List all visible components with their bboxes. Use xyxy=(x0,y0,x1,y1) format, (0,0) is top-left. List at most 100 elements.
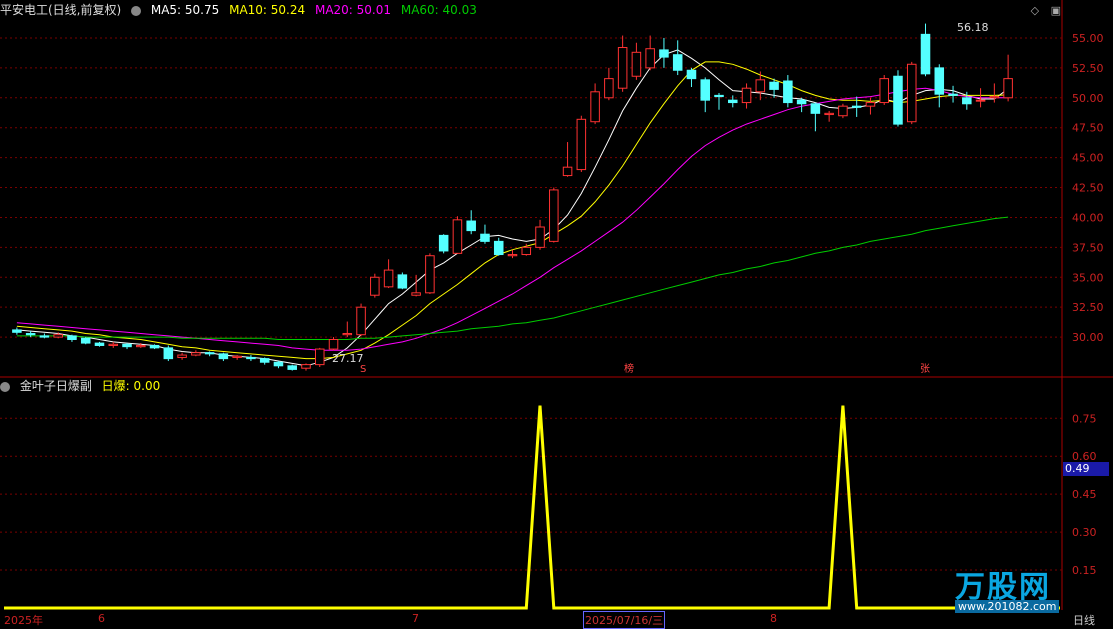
y-tick-label: 42.50 xyxy=(1072,182,1104,195)
candle-body xyxy=(191,352,201,356)
candle xyxy=(645,35,655,71)
candle xyxy=(934,64,945,108)
candle xyxy=(314,347,325,368)
candle-body xyxy=(122,343,132,348)
candle xyxy=(108,341,119,348)
candle-body xyxy=(879,78,889,104)
candle-body xyxy=(769,81,779,90)
candle-body xyxy=(549,189,559,242)
candle-body xyxy=(466,220,476,232)
candle-body xyxy=(1003,78,1013,99)
candle xyxy=(796,97,807,113)
candle-body xyxy=(163,347,174,360)
sub-y-tick-label: 0.45 xyxy=(1072,488,1097,501)
y-tick-label: 40.00 xyxy=(1072,211,1104,224)
indicator-name[interactable]: 金叶子日爆副 xyxy=(20,379,92,393)
candle-body xyxy=(328,338,339,350)
candle-body xyxy=(493,240,504,256)
candle xyxy=(218,352,229,362)
candle xyxy=(714,92,724,110)
main-chart-header: 平安电工(日线,前复权) MA5: 50.75 MA10: 50.24 MA20… xyxy=(0,0,483,20)
ma20-value: MA20: 50.01 xyxy=(314,3,392,17)
candle xyxy=(493,237,504,256)
candle-body xyxy=(301,364,311,369)
candle-body xyxy=(659,49,669,58)
candle-body xyxy=(934,67,945,95)
candle-body xyxy=(411,292,421,296)
y-tick-label: 50.00 xyxy=(1072,92,1104,105)
candle-body xyxy=(796,99,807,105)
stock-name[interactable]: 平安电工(日线,前复权) xyxy=(0,3,121,17)
candle-body xyxy=(521,246,532,256)
candle xyxy=(920,23,931,77)
candle-body xyxy=(218,353,229,360)
candle-body xyxy=(273,361,284,367)
low-price-label: 27.17 xyxy=(332,352,364,365)
x-label-month-6: 6 xyxy=(98,612,105,625)
candle xyxy=(851,96,862,117)
candle-body xyxy=(356,306,366,336)
candle-body xyxy=(865,102,876,107)
candle xyxy=(838,103,848,119)
diamond-icon[interactable]: ◇ xyxy=(1031,4,1039,17)
candle-body xyxy=(314,348,325,366)
candle-body xyxy=(246,356,256,360)
candle xyxy=(149,344,160,350)
candle-body xyxy=(576,118,587,171)
marker-s: S xyxy=(360,364,366,375)
candle xyxy=(659,37,669,68)
period-label[interactable]: 日线 xyxy=(1073,612,1095,628)
candle-body xyxy=(645,48,655,69)
candle-body xyxy=(25,333,36,336)
ma-line-ma60 xyxy=(16,216,1009,340)
candle-body xyxy=(108,343,119,346)
candle xyxy=(259,357,270,365)
candle xyxy=(370,273,380,298)
candle xyxy=(438,234,449,254)
chart-canvas: 30.00 32.50 35.00 37.50 40.00 42.50 45.00 47.50… xyxy=(0,0,1113,610)
box-icon[interactable]: ▣ xyxy=(1051,4,1061,17)
candle-body xyxy=(741,87,752,104)
y-tick-label: 35.00 xyxy=(1072,271,1104,284)
y-tick-label: 45.00 xyxy=(1072,152,1104,165)
settings-circle-icon[interactable] xyxy=(131,5,142,16)
candle xyxy=(617,35,628,92)
candle xyxy=(191,350,201,357)
candle-body xyxy=(617,47,628,89)
candle-body xyxy=(383,269,394,288)
main-grid xyxy=(0,0,1113,610)
candle xyxy=(425,253,435,295)
candle-body xyxy=(12,329,22,333)
y-tick-label: 47.50 xyxy=(1072,122,1104,135)
candle-body xyxy=(438,234,449,252)
candle xyxy=(383,259,394,289)
candle-body xyxy=(672,54,683,71)
ma10-value: MA10: 50.24 xyxy=(229,3,306,17)
current-value-tag: 0.49 xyxy=(1063,462,1109,476)
candle xyxy=(879,75,889,105)
candle-body xyxy=(893,75,903,125)
sub-y-tick-label: 0.75 xyxy=(1072,412,1097,425)
candle xyxy=(549,187,559,243)
candle-body xyxy=(507,254,518,257)
candle-body xyxy=(975,99,986,102)
corner-icons: ◇ ▣ xyxy=(1031,4,1061,17)
indicator-settings-icon[interactable] xyxy=(0,381,10,392)
candle-body xyxy=(342,333,353,336)
candle xyxy=(287,364,297,371)
candle xyxy=(273,361,284,369)
candle xyxy=(948,85,958,103)
candle-body xyxy=(851,105,862,108)
candle xyxy=(67,334,77,342)
candle xyxy=(631,42,642,80)
candle xyxy=(576,115,587,172)
x-axis-bar: 2025年 6 7 2025/07/16/三 8 日线 xyxy=(0,610,1113,629)
candle-body xyxy=(480,233,490,242)
candle xyxy=(535,219,545,250)
candle xyxy=(411,274,421,297)
indicator-line xyxy=(4,405,1060,610)
candle xyxy=(177,352,187,360)
sub-y-tick-label: 0.15 xyxy=(1072,564,1097,577)
main-y-axis: 30.00 32.50 35.00 37.50 40.00 42.50 45.00 47.50… xyxy=(1072,32,1104,344)
candle xyxy=(466,210,476,235)
